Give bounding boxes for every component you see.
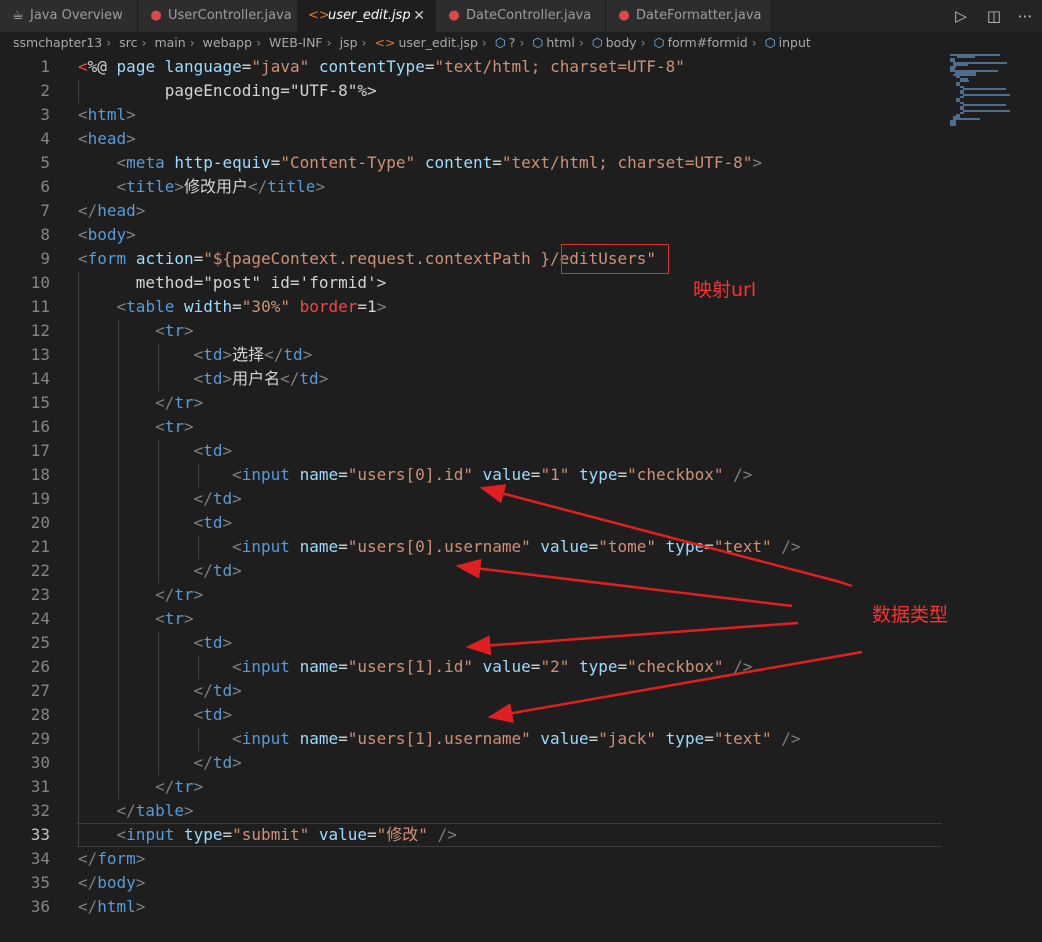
annotation-arrows bbox=[455, 484, 863, 723]
arrow-to-users0-id bbox=[479, 484, 853, 588]
arrow-to-users1-username bbox=[487, 650, 863, 723]
arrow-to-users0-username bbox=[455, 558, 793, 608]
arrow-to-users1-id bbox=[465, 621, 799, 656]
